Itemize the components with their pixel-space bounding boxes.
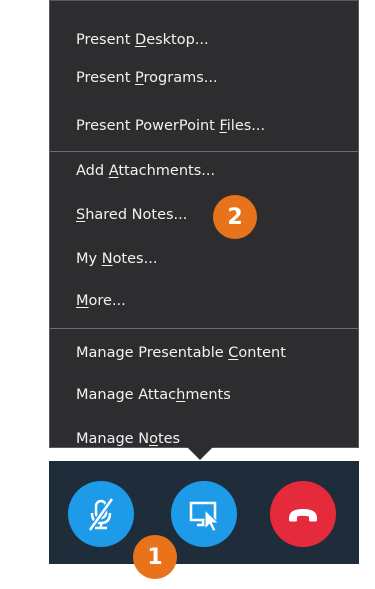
present-content-button[interactable] bbox=[171, 481, 237, 547]
menu-item-text: Manage Attac bbox=[76, 387, 177, 403]
menu-item-present-powerpoint-files[interactable]: Present PowerPoint Files... bbox=[76, 115, 265, 137]
menu-item-text: ments bbox=[185, 387, 231, 403]
menu-item-text: Present bbox=[76, 70, 136, 86]
menu-item-present-programs[interactable]: Present Programs... bbox=[76, 67, 218, 89]
access-key: h bbox=[176, 387, 186, 403]
access-key: N bbox=[101, 251, 113, 267]
menu-separator bbox=[50, 151, 358, 152]
access-key: M bbox=[76, 293, 89, 309]
menu-item-text: iles... bbox=[226, 118, 266, 134]
menu-item-text: ore... bbox=[88, 293, 126, 309]
menu-item-text: rograms... bbox=[143, 70, 218, 86]
menu-item-text: Manage Presentable bbox=[76, 345, 229, 361]
menu-item-text: Manage N bbox=[76, 431, 150, 447]
present-screen-icon bbox=[189, 501, 220, 533]
menu-separator bbox=[50, 328, 358, 329]
present-menu: Present Desktop... Present Programs... P… bbox=[49, 0, 359, 448]
menu-item-manage-notes[interactable]: Manage Notes bbox=[76, 428, 180, 450]
access-key: P bbox=[135, 70, 144, 86]
menu-item-text: Add bbox=[76, 163, 109, 179]
menu-item-my-notes[interactable]: My Notes... bbox=[76, 248, 157, 270]
menu-item-text: otes... bbox=[112, 251, 158, 267]
menu-item-text: hared Notes... bbox=[85, 207, 188, 223]
menu-item-manage-attachments[interactable]: Manage Attachments bbox=[76, 384, 231, 406]
access-key: A bbox=[108, 163, 119, 179]
menu-caret bbox=[187, 447, 213, 460]
access-key: C bbox=[228, 345, 239, 361]
meeting-toolbar bbox=[49, 461, 359, 564]
menu-item-manage-presentable-content[interactable]: Manage Presentable Content bbox=[76, 342, 286, 364]
menu-item-text: My bbox=[76, 251, 102, 267]
step-badge-1: 1 bbox=[133, 535, 177, 579]
menu-item-text: Present bbox=[76, 32, 136, 48]
access-key: F bbox=[219, 118, 227, 134]
menu-item-more[interactable]: More... bbox=[76, 290, 126, 312]
hang-up-button[interactable] bbox=[270, 481, 336, 547]
menu-item-text: esktop... bbox=[146, 32, 209, 48]
menu-item-present-desktop[interactable]: Present Desktop... bbox=[76, 29, 209, 51]
mute-microphone-button[interactable] bbox=[68, 481, 134, 547]
menu-item-text: Present PowerPoint bbox=[76, 118, 220, 134]
menu-item-text: ontent bbox=[238, 345, 286, 361]
menu-item-text: tes bbox=[157, 431, 181, 447]
hang-up-phone-icon bbox=[289, 509, 317, 522]
muted-microphone-icon bbox=[87, 497, 115, 532]
menu-item-add-attachments[interactable]: Add Attachments... bbox=[76, 160, 215, 182]
access-key: D bbox=[135, 32, 147, 48]
menu-item-shared-notes[interactable]: Shared Notes... bbox=[76, 204, 187, 226]
menu-item-text: ttachments... bbox=[118, 163, 216, 179]
access-key: S bbox=[76, 207, 86, 223]
access-key: o bbox=[149, 431, 158, 447]
step-badge-2: 2 bbox=[213, 195, 257, 239]
